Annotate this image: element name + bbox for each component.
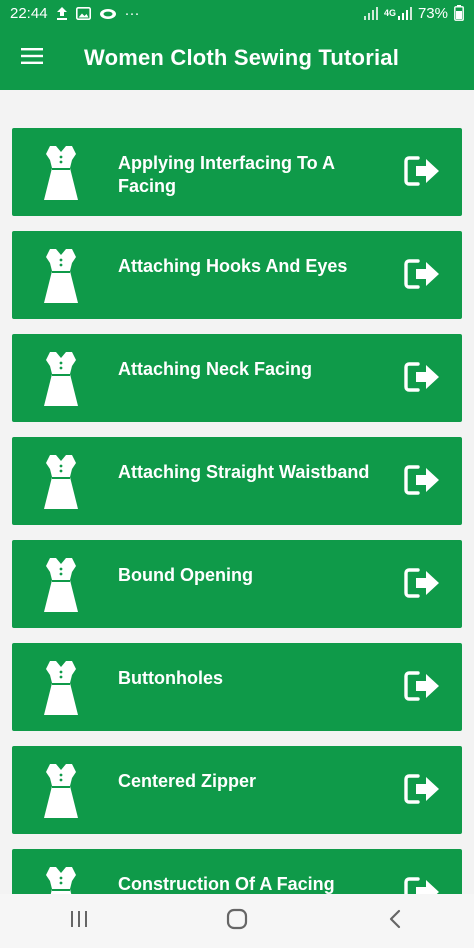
app-bar: Women Cloth Sewing Tutorial — [0, 26, 474, 90]
list-item[interactable]: Buttonholes — [12, 643, 462, 731]
recent-apps-icon — [69, 910, 89, 933]
list-item-label: Construction Of A Facing — [118, 874, 335, 894]
dress-icon — [42, 247, 80, 305]
back-icon — [388, 909, 402, 934]
tutorial-list[interactable]: Applying Interfacing To A Facing Attachi… — [0, 90, 474, 894]
app-screen: 22:44 ··· 4G 73% Women Cloth Sewing Tuto… — [0, 0, 474, 948]
system-navigation-bar — [0, 894, 474, 948]
signal-4g-icon — [397, 6, 412, 20]
image-icon — [75, 6, 91, 20]
list-item-label: Buttonholes — [118, 668, 223, 688]
page-title: Women Cloth Sewing Tutorial — [84, 45, 400, 70]
open-arrow-icon[interactable] — [404, 258, 442, 290]
open-arrow-icon[interactable] — [404, 876, 442, 894]
more-notifications-icon: ··· — [124, 4, 140, 22]
back-button[interactable] — [355, 894, 435, 948]
status-bar: 22:44 ··· 4G 73% — [0, 0, 474, 26]
list-item-label: Attaching Straight Waistband — [118, 462, 370, 482]
list-item[interactable]: Bound Opening — [12, 540, 462, 628]
recent-apps-button[interactable] — [39, 894, 119, 948]
dress-icon — [42, 865, 80, 894]
list-item[interactable]: Applying Interfacing To A Facing — [12, 128, 462, 216]
list-item[interactable]: Attaching Neck Facing — [12, 334, 462, 422]
battery-percent: 73% — [417, 4, 448, 22]
hamburger-menu-icon — [21, 47, 43, 69]
open-arrow-icon[interactable] — [404, 567, 442, 599]
dress-icon — [42, 144, 80, 202]
dress-icon — [42, 453, 80, 511]
open-arrow-icon[interactable] — [404, 155, 442, 187]
home-button[interactable] — [197, 894, 277, 948]
list-item[interactable]: Attaching Hooks And Eyes — [12, 231, 462, 319]
open-arrow-icon[interactable] — [404, 464, 442, 496]
list-item-label: Bound Opening — [118, 565, 253, 585]
menu-button[interactable] — [0, 26, 64, 90]
dress-icon — [42, 762, 80, 820]
open-arrow-icon[interactable] — [404, 773, 442, 805]
cloud-icon — [99, 7, 117, 20]
dress-icon — [42, 350, 80, 408]
dress-icon — [42, 659, 80, 717]
upload-icon — [56, 6, 68, 20]
list-item[interactable]: Attaching Straight Waistband — [12, 437, 462, 525]
open-arrow-icon[interactable] — [404, 670, 442, 702]
list-item[interactable]: Centered Zipper — [12, 746, 462, 834]
dress-icon — [42, 556, 80, 614]
open-arrow-icon[interactable] — [404, 361, 442, 393]
signal-icon — [363, 6, 378, 20]
status-time: 22:44 — [10, 4, 48, 22]
list-item-label: Applying Interfacing To A Facing — [118, 153, 335, 196]
network-type-label: 4G — [383, 8, 396, 18]
battery-icon — [454, 5, 464, 21]
list-item[interactable]: Construction Of A Facing — [12, 849, 462, 894]
home-icon — [226, 908, 248, 935]
list-item-label: Centered Zipper — [118, 771, 257, 791]
list-item-label: Attaching Neck Facing — [118, 359, 313, 379]
list-item-label: Attaching Hooks And Eyes — [118, 256, 348, 276]
